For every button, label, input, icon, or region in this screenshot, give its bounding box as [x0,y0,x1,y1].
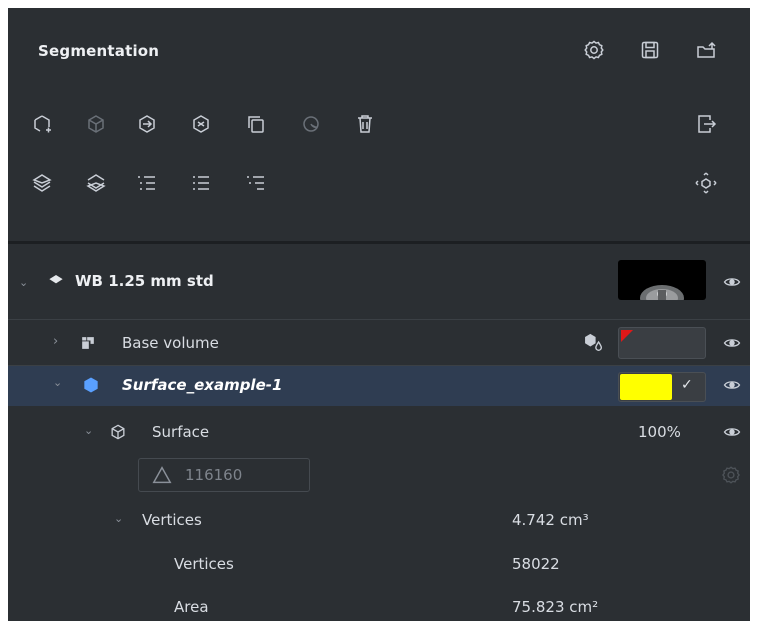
volume-icon [84,112,108,136]
save-icon[interactable] [638,38,662,62]
list-collapse-icon[interactable] [244,171,268,195]
layer-diamond-icon [46,270,66,290]
triangle-icon [151,464,173,486]
base-volume-icon [78,333,98,353]
volume-render-icon[interactable] [583,331,605,353]
add-segment-icon[interactable] [30,112,54,136]
surface-mesh-icon [108,422,128,442]
vertices-value: 58022 [512,555,560,573]
base-volume-label: Base volume [122,334,219,352]
series-label: WB 1.25 mm std [75,272,214,290]
move-icon[interactable] [694,171,718,195]
triangle-count-field[interactable]: 116160 [138,458,310,492]
gear-icon[interactable] [582,38,606,62]
gear-icon [720,464,742,486]
boolean-icon [299,112,323,136]
chevron-down-icon[interactable]: ⌄ [53,376,62,389]
triangle-count: 116160 [185,466,243,484]
area-label: Area [174,598,209,616]
layers-up-icon[interactable] [30,171,54,195]
surface-label: Surface [152,423,210,441]
surface-opacity[interactable]: 100% [638,423,681,441]
surface-color-fill [620,374,672,400]
merge-volume-icon[interactable] [189,112,213,136]
segmentation-panel: Segmentation ⌄ WB 1.25 mm std › Base vol… [8,8,750,621]
panel-title: Segmentation [38,42,160,60]
area-value: 75.823 cm² [512,598,599,616]
eye-icon[interactable] [722,333,742,353]
eye-icon[interactable] [722,422,742,442]
layers-down-icon[interactable] [84,171,108,195]
surface-example-label: Surface_example-1 [122,376,283,394]
series-thumbnail[interactable] [618,260,706,300]
duplicate-icon[interactable] [244,112,268,136]
list-indent-icon[interactable] [135,171,159,195]
surface-color-swatch[interactable]: ✓ [618,372,706,402]
surface-hexagon-icon [81,375,101,395]
vertices-group-label: Vertices [142,511,202,529]
chevron-down-icon[interactable]: ⌄ [19,276,28,289]
exit-icon[interactable] [694,112,718,136]
chevron-down-icon[interactable]: ⌄ [84,424,93,437]
eye-icon[interactable] [722,272,742,292]
list-icon[interactable] [189,171,213,195]
vertices-label: Vertices [174,555,234,573]
delete-icon[interactable] [353,112,377,136]
vertices-group-value: 4.742 cm³ [512,511,589,529]
chevron-right-icon[interactable]: › [53,334,58,349]
chevron-down-icon[interactable]: ⌄ [114,512,123,525]
export-icon[interactable] [694,38,718,62]
import-volume-icon[interactable] [135,112,159,136]
eye-icon[interactable] [722,375,742,395]
check-icon: ✓ [681,377,693,393]
base-volume-color-swatch[interactable] [618,327,706,359]
